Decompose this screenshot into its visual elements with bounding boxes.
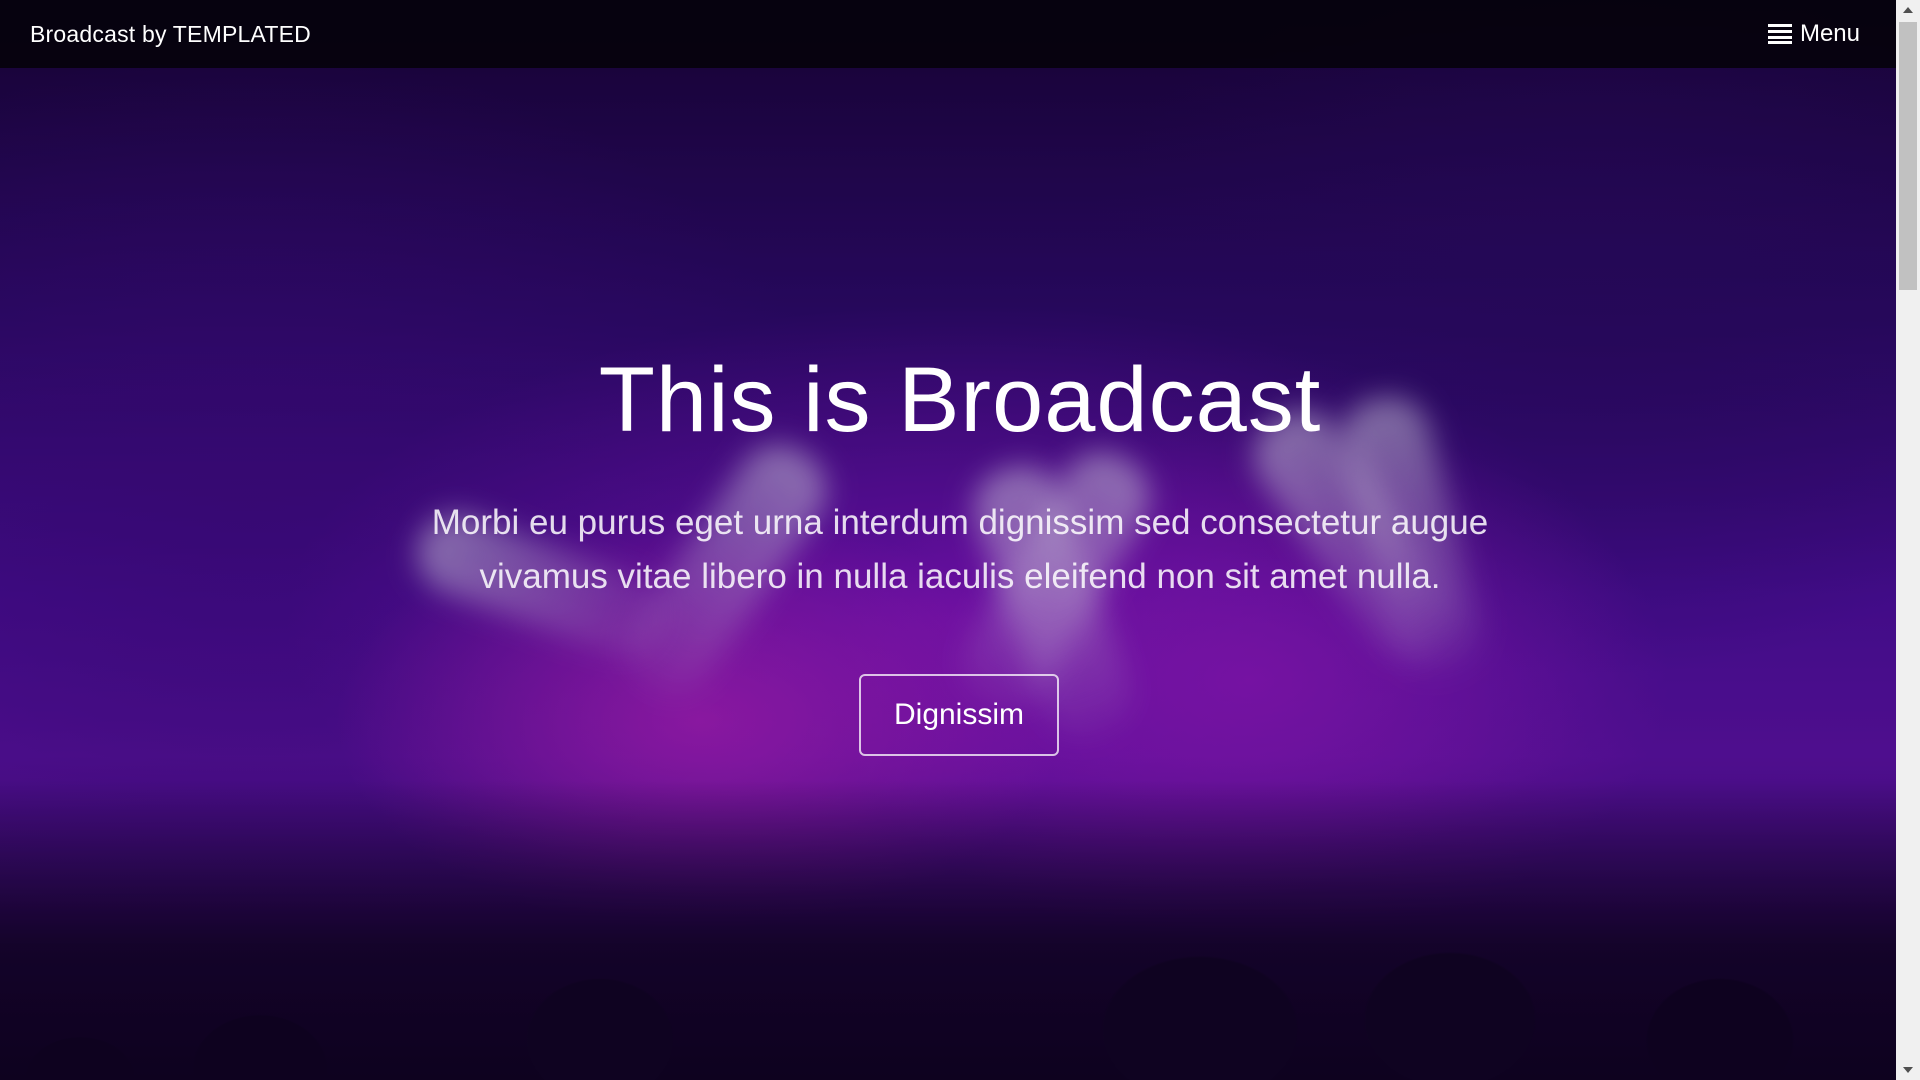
hamburger-icon bbox=[1767, 24, 1792, 44]
vertical-scrollbar[interactable] bbox=[1896, 0, 1920, 1080]
page: Broadcast by TEMPLATED Menu This is Broa… bbox=[0, 0, 1920, 1080]
dignissim-button[interactable]: Dignissim bbox=[859, 674, 1059, 756]
hero-subtitle: Morbi eu purus eget urna interdum dignis… bbox=[431, 503, 1489, 596]
arrow-down-icon bbox=[1903, 1067, 1913, 1073]
hero-title: This is Broadcast bbox=[598, 349, 1322, 451]
hero-content: This is Broadcast Morbi eu purus eget ur… bbox=[0, 0, 1896, 1080]
site-logo-link[interactable]: Broadcast by TEMPLATED bbox=[30, 21, 311, 48]
scroll-down-button[interactable] bbox=[1896, 1060, 1920, 1080]
scrollbar-thumb[interactable] bbox=[1899, 22, 1917, 290]
site-header: Broadcast by TEMPLATED Menu bbox=[0, 0, 1896, 68]
arrow-up-icon bbox=[1903, 7, 1913, 13]
menu-label: Menu bbox=[1799, 20, 1860, 47]
scroll-up-button[interactable] bbox=[1896, 0, 1920, 20]
menu-toggle-button[interactable]: Menu bbox=[1767, 20, 1860, 48]
